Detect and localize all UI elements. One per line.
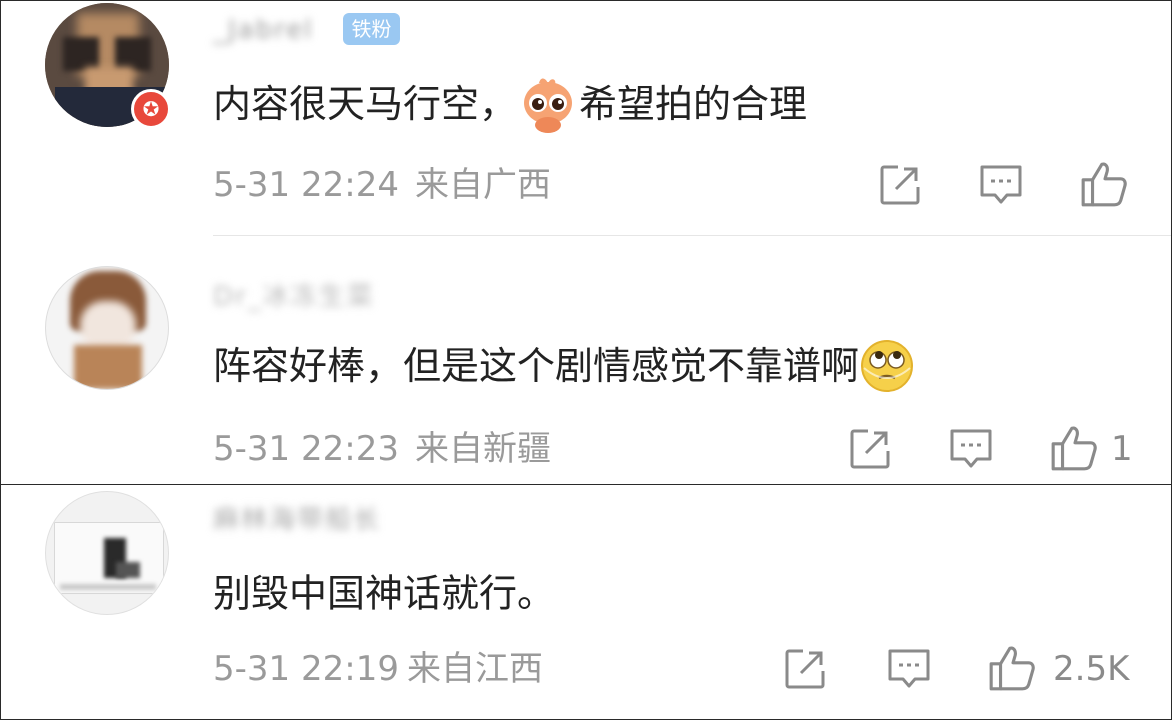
comment-item: 麻林海带船长 别毁中国神话就行。 5-31 22:19 来自江西 2.5K [1,485,1171,719]
username[interactable]: 麻林海带船长 [213,505,381,535]
username[interactable]: _Jabrel [213,15,313,45]
comment-text: 阵容好棒，但是这个剧情感觉不靠谱啊 [213,338,915,394]
timestamp: 5-31 22:23 [213,429,399,469]
comment-card-bottom: 麻林海带船长 别毁中国神话就行。 5-31 22:19 来自江西 2.5K [0,484,1172,720]
like-count: 2.5K [1053,649,1130,689]
comment-icon[interactable] [977,161,1025,209]
comment-meta: 5-31 22:19 来自江西 [213,649,543,689]
fan-badge: 铁粉 [343,13,400,45]
location: 来自江西 [406,649,543,689]
comment-item: Dr_冰冻生菜 阵容好棒，但是这个剧情感觉不靠谱啊 5-31 22:23 来自新疆 [1,236,1171,485]
timestamp: 5-31 22:24 [213,165,399,205]
comment-icon[interactable] [885,645,933,693]
comment-item: ✪ _Jabrel 铁粉 内容很天马行空， 希望拍的合理 5-31 22:24 来… [1,1,1171,235]
username[interactable]: Dr_冰冻生菜 [213,282,375,312]
like-icon[interactable] [1079,159,1129,209]
pleading-emoji [524,78,573,133]
avatar[interactable] [45,491,169,615]
timestamp: 5-31 22:19 [213,649,399,689]
verified-badge-icon: ✪ [131,89,171,129]
comment-text: 别毁中国神话就行。 [213,571,556,616]
share-icon[interactable] [781,645,829,693]
location: 来自新疆 [414,429,551,469]
location: 来自广西 [414,165,551,205]
share-icon[interactable] [846,425,894,473]
like-icon[interactable] [987,643,1037,693]
comment-icon[interactable] [947,425,995,473]
comment-text: 内容很天马行空， 希望拍的合理 [213,73,807,135]
comment-meta: 5-31 22:24 来自广西 [213,165,551,205]
like-icon[interactable] [1049,423,1099,473]
eye-roll-emoji [861,340,914,392]
share-icon[interactable] [876,161,924,209]
like-count: 1 [1111,429,1133,469]
avatar[interactable] [45,266,169,390]
comment-card-top: ✪ _Jabrel 铁粉 内容很天马行空， 希望拍的合理 5-31 22:24 来… [0,0,1172,485]
comment-meta: 5-31 22:23 来自新疆 [213,429,551,469]
